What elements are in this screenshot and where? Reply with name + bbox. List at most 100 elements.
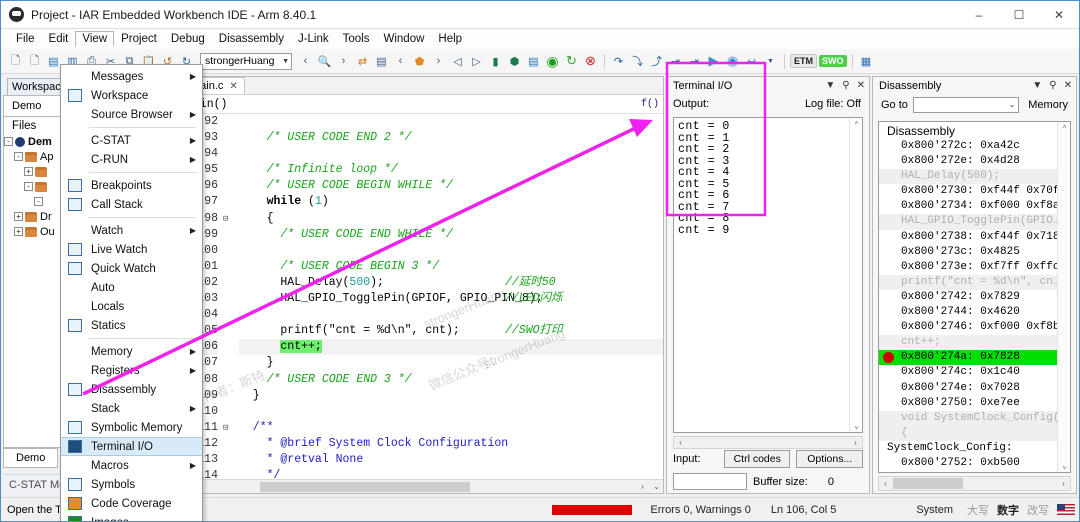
menu-item-disassembly[interactable]: Disassembly [212,31,291,47]
view-menu-item-messages[interactable]: Messages ▶ [61,67,202,86]
memory-button[interactable]: Memory [1024,98,1072,112]
view-menu-item-call-stack[interactable]: Call Stack [61,195,202,214]
tree-expander[interactable]: + [24,167,33,176]
terminal-io-horizontal-scrollbar[interactable]: ‹ › [673,436,863,449]
disassembly-line[interactable]: void SystemClock_Config(voi… [879,410,1070,426]
disassembly-line[interactable]: { [879,425,1070,441]
view-menu-item-symbolic-memory[interactable]: Symbolic Memory [61,418,202,437]
scroll-right-arrow-icon[interactable]: › [1057,477,1070,490]
tree-expander[interactable]: - [24,182,33,191]
view-menu-item-statics[interactable]: Statics [61,316,202,335]
code-line[interactable]: HAL_Delay(500);//延时50 [239,275,663,291]
view-menu-item-auto[interactable]: Auto [61,278,202,297]
menu-item-debug[interactable]: Debug [164,31,212,47]
tree-expander[interactable]: + [14,227,23,236]
editor-body[interactable]: 92 93 94 95 96 97 98 99 100 101 102 103 104 105 106 107… [182,114,663,479]
view-menu-item-source-browser[interactable]: Source Browser ▶ [61,105,202,124]
menu-item-help[interactable]: Help [431,31,469,47]
tree-expander[interactable]: - [34,197,43,206]
disassembly-line[interactable]: HAL_GPIO_TogglePin(GPIO… [879,214,1070,230]
close-button[interactable]: ✕ [1039,1,1079,29]
step-over-icon[interactable]: ↷ [610,53,627,70]
scroll-up-arrow-icon[interactable]: ⌃ [850,118,862,131]
editor-hscroll-thumb[interactable] [260,482,470,492]
disassembly-line[interactable]: 0x800'2744: 0x4620 [879,305,1070,320]
open-file-icon[interactable]: 🗋 [26,53,43,70]
disassembly-horizontal-scrollbar[interactable]: ‹ › [878,476,1071,491]
disassembly-lines[interactable]: 0x800'272c: 0xa42c 0x800'272e: 0x4d28 HAL_… [879,139,1070,472]
maximize-button[interactable]: ☐ [999,1,1039,29]
panel-close-icon[interactable]: ✕ [857,80,865,91]
view-menu-item-workspace[interactable]: Workspace [61,86,202,105]
options-button[interactable]: Options... [796,450,863,468]
menu-item-file[interactable]: File [9,31,42,47]
code-line[interactable]: /* USER CODE BEGIN 3 */ [239,259,663,275]
disassembly-line[interactable]: 0x800'274e: 0x7028 [879,381,1070,396]
us-flag-icon[interactable] [1057,504,1075,515]
view-menu-item-macros[interactable]: Macros ▶ [61,456,202,475]
disassembly-hscroll-thumb[interactable] [893,478,963,489]
pin-icon[interactable]: ⚲ [1049,80,1056,91]
scroll-down-arrow-icon[interactable]: ⌄ [650,480,663,493]
view-menu-item-c-stat[interactable]: C-STAT ▶ [61,131,202,150]
view-menu-item-breakpoints[interactable]: Breakpoints [61,176,202,195]
next-statement-icon[interactable]: ⇥ [667,53,684,70]
close-icon[interactable]: ✕ [229,81,237,92]
code-line[interactable]: /* USER CODE END 2 */ [239,130,663,146]
code-line[interactable]: while (1) [239,194,663,210]
disassembly-line[interactable]: 0x800'274c: 0x1c40 [879,365,1070,380]
editor-horizontal-scrollbar[interactable]: ‹ › ⌄ [182,479,663,493]
code-line[interactable]: /* USER CODE END WHILE */ [239,227,663,243]
find-next-icon[interactable]: › [335,53,352,70]
minimize-button[interactable]: – [959,1,999,29]
search-icon[interactable]: 🔍 [316,53,333,70]
run-to-cursor-icon[interactable]: ⇥ [686,53,703,70]
go-icon[interactable]: ▶ [705,53,722,70]
bookmark-toggle-icon[interactable]: ⬟ [411,53,428,70]
make-icon[interactable]: ⬢ [506,53,523,70]
panel-dropdown-icon[interactable]: ▼ [1032,80,1042,91]
disassembly-listing[interactable]: Disassembly 0x800'272c: 0xa42c 0x800'272e… [878,121,1071,473]
scroll-left-arrow-icon[interactable]: ‹ [879,477,892,490]
code-line[interactable]: * @retval None [239,452,663,468]
view-menu-dropdown[interactable]: Messages ▶ Workspace Source Browser ▶ C-STAT ▶… [60,64,203,521]
menu-item-j-link[interactable]: J-Link [291,31,336,47]
find-previous-icon[interactable]: ‹ [297,53,314,70]
disassembly-line[interactable]: 0x800'2752: 0xb500 [879,456,1070,471]
code-line[interactable] [239,114,663,130]
dropdown-arrow-icon[interactable]: ▼ [762,53,779,70]
breakpoint-icon[interactable] [883,352,894,364]
menu-item-view[interactable]: View [75,31,115,47]
tree-expander[interactable]: + [14,212,23,221]
menu-item-project[interactable]: Project [114,31,164,47]
disassembly-line[interactable]: 0x800'272e: 0x4d28 [879,154,1070,169]
disassembly-line[interactable]: HAL_Delay(500); [879,169,1070,185]
menu-item-tools[interactable]: Tools [336,31,377,47]
editor-fold-column[interactable]: ⊟ ⊟ ⊟ [223,114,237,479]
timeline-icon[interactable]: ▦ [858,53,875,70]
disassembly-line[interactable]: 0x800'2738: 0xf44f 0x718 [879,230,1070,245]
workspace-bottom-tab-demo[interactable]: Demo [3,448,59,468]
scroll-down-arrow-icon[interactable]: ⌄ [1058,459,1070,472]
new-file-icon[interactable]: 🗋 [7,53,24,70]
disassembly-current-line[interactable]: 0x800'274a: 0x7828 [879,350,1070,366]
view-menu-item-code-coverage[interactable]: Code Coverage [61,494,202,513]
disassembly-line[interactable]: 0x800'273c: 0x4825 [879,245,1070,260]
editor-code[interactable]: /* USER CODE END 2 */ /* Infinite loop *… [237,114,663,479]
view-menu-item-watch[interactable]: Watch ▶ [61,221,202,240]
view-menu-item-stack[interactable]: Stack ▶ [61,399,202,418]
view-menu-item-symbols[interactable]: Symbols [61,475,202,494]
disassembly-line[interactable]: 0x800'2750: 0xe7ee [879,396,1070,411]
disassembly-line[interactable]: 0x800'273e: 0xf7ff 0xffc… [879,260,1070,275]
scroll-right-arrow-icon[interactable]: › [849,436,862,449]
view-menu-item-locals[interactable]: Locals [61,297,202,316]
pin-icon[interactable]: ⚲ [842,80,849,91]
disassembly-vertical-scrollbar[interactable]: ⌃ ⌄ [1057,122,1070,472]
goto-input[interactable]: ⌄ [912,96,1020,113]
disassembly-line[interactable]: 0x800'2754: 0xb08f [879,471,1070,472]
stop-debug-icon[interactable]: ⊗ [582,53,599,70]
etm-button[interactable]: ETM [790,54,817,68]
view-menu-item-disassembly[interactable]: Disassembly [61,380,202,399]
go-to-bookmark-icon[interactable]: ◁ [449,53,466,70]
function-list-icon[interactable]: f() [641,99,659,110]
